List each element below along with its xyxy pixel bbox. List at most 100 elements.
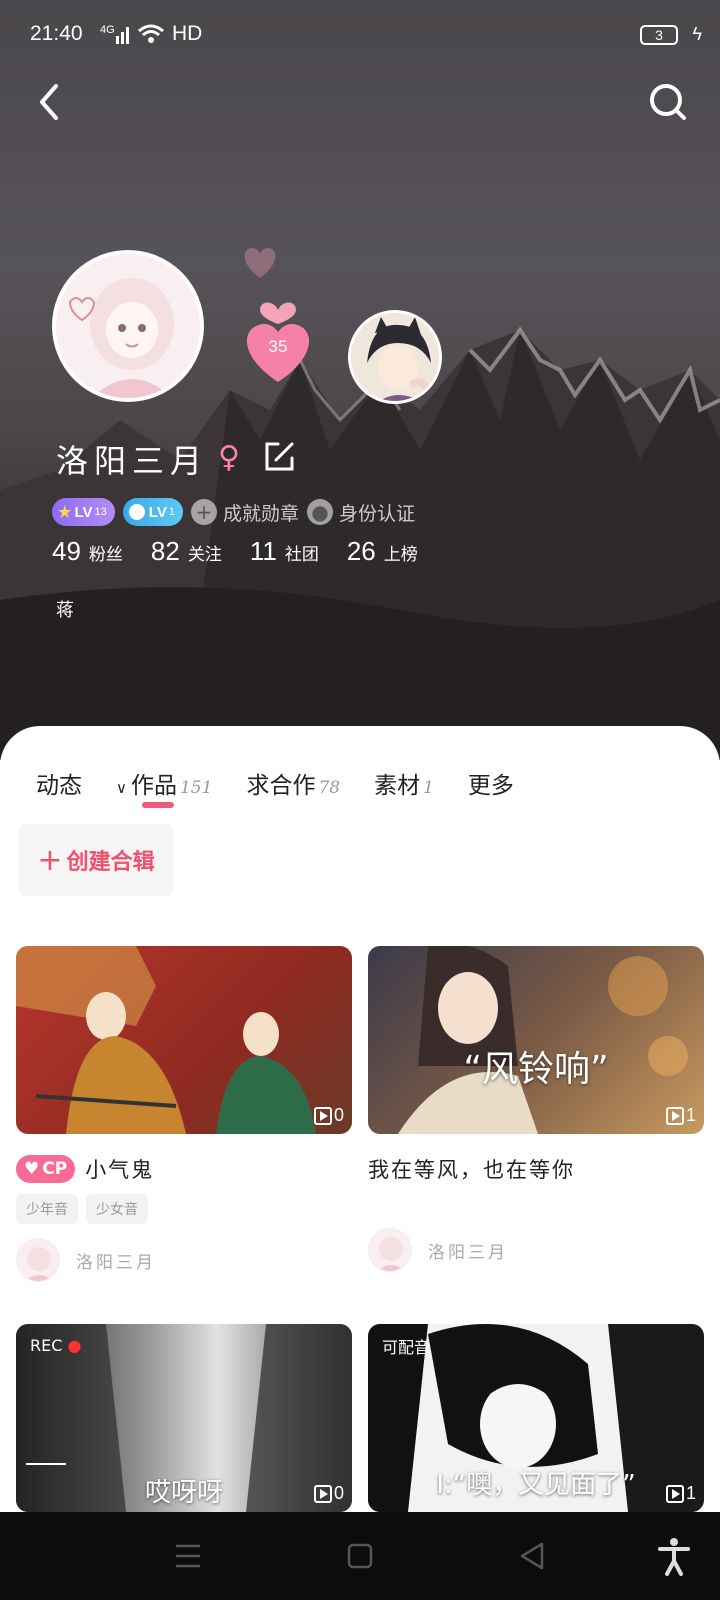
star-icon: ★ [58, 504, 72, 521]
chevron-down-icon: ∨ [116, 779, 127, 797]
search-button[interactable] [640, 74, 696, 130]
tab-count: 1 [423, 778, 434, 798]
tab-collaboration[interactable]: 求合作 78 [246, 766, 340, 800]
profile-stats: 49 粉丝 82 关注 11 社团 26 上榜 [52, 536, 418, 567]
level-badge-primary[interactable]: ★ LV 13 [52, 498, 115, 526]
play-count: 1 [665, 1105, 696, 1126]
back-nav-button[interactable] [512, 1536, 552, 1576]
author-avatar [368, 1228, 412, 1272]
home-button[interactable] [340, 1536, 380, 1576]
tab-activity[interactable]: 动态 [36, 766, 82, 800]
tab-label: 作品 [130, 773, 177, 799]
play-count: 1 [665, 1483, 696, 1504]
work-thumbnail[interactable]: 0 [16, 946, 352, 1134]
status-time: 21:40 [30, 22, 83, 45]
back-button[interactable] [24, 74, 80, 130]
play-count: 0 [313, 1105, 344, 1126]
tab-count: 151 [179, 778, 213, 798]
profile-tabs: 动态 ∨ 作品 151 求合作 78 素材 1 更多 [36, 766, 514, 808]
stat-rankings[interactable]: 26 上榜 [347, 536, 418, 567]
content-sheet: 动态 ∨ 作品 151 求合作 78 素材 1 更多 + 创建合辑 0 ♥ CP… [0, 726, 720, 1526]
edit-profile-button[interactable] [262, 440, 296, 474]
work-tags: 少年音 少女音 [16, 1194, 352, 1224]
profile-bio: 蒋 [56, 600, 74, 621]
tab-label: 动态 [36, 773, 82, 799]
stat-fans[interactable]: 49 粉丝 [52, 536, 123, 567]
achievement-badge[interactable]: + 成就勋章 [190, 499, 299, 526]
back-arrow-icon [40, 84, 58, 120]
work-title: 小气鬼 [85, 1158, 155, 1182]
voice-tag: 少女音 [86, 1194, 148, 1224]
identity-verification[interactable]: ● 身份认证 [306, 499, 415, 526]
stat-label: 粉丝 [88, 545, 123, 565]
work-title: 我在等风，也在等你 [368, 1158, 575, 1182]
work-card[interactable]: “风铃响” 1 我在等风，也在等你 洛阳三月 [368, 946, 704, 1272]
work-title-row: 我在等风，也在等你 [368, 1154, 704, 1184]
work-thumbnail[interactable]: “风铃响” 1 [368, 946, 704, 1134]
tab-materials[interactable]: 素材 1 [374, 766, 434, 800]
badge-row: ★ LV 13 LV 1 + 成就勋章 ● 身份认证 [52, 496, 415, 528]
username: 洛阳三月 [56, 442, 209, 480]
partner-avatar[interactable] [348, 310, 442, 404]
stat-label: 社团 [284, 545, 319, 565]
create-album-button[interactable]: + 创建合辑 [18, 824, 174, 896]
work-thumbnail[interactable]: 可配音 I:“噢，又见面了” 1 [368, 1324, 704, 1512]
plus-icon: + [37, 842, 63, 878]
author-avatar-illustration [25, 1247, 53, 1281]
tab-count: 78 [318, 778, 341, 798]
triangle-back-icon [520, 1542, 544, 1570]
wing-icon [128, 504, 145, 520]
work-card[interactable]: 可配音 I:“噢，又见面了” 1 [368, 1324, 704, 1512]
stat-label: 关注 [187, 545, 222, 565]
square-icon [347, 1543, 373, 1569]
level-number: 1 [168, 506, 175, 518]
accessibility-icon [658, 1538, 690, 1576]
work-card[interactable]: REC ● 哎呀呀 0 [16, 1324, 352, 1512]
user-avatar[interactable] [52, 250, 204, 402]
play-icon [313, 1484, 332, 1503]
thumbnail-caption: 哎呀呀 [144, 1478, 223, 1508]
stat-number: 11 [249, 536, 277, 566]
work-title-row: ♥ CP 小气鬼 [16, 1154, 352, 1184]
thumbnail-caption: “风铃响” [463, 1049, 609, 1090]
identity-label: 身份认证 [338, 502, 415, 525]
heart-count: 35 [268, 337, 288, 356]
level-number: 13 [94, 506, 107, 518]
level-badge-secondary[interactable]: LV 1 [122, 498, 183, 526]
work-thumbnail[interactable]: REC ● 哎呀呀 0 [16, 1324, 352, 1512]
author-avatar [16, 1238, 60, 1282]
play-count-value: 0 [333, 1483, 344, 1503]
work-card[interactable]: 0 ♥ CP 小气鬼 少年音 少女音 洛阳三月 [16, 946, 352, 1282]
author-avatar-illustration [377, 1237, 405, 1271]
play-count-value: 0 [333, 1105, 344, 1125]
tab-works[interactable]: ∨ 作品 151 [116, 766, 213, 808]
stat-clubs[interactable]: 11 社团 [250, 536, 319, 567]
author-name: 洛阳三月 [76, 1252, 156, 1273]
tab-more[interactable]: 更多 [468, 766, 514, 800]
network-icon: 4G [100, 24, 115, 36]
author-name: 洛阳三月 [428, 1242, 508, 1263]
tab-label: 更多 [467, 773, 514, 799]
stat-label: 上榜 [383, 545, 418, 565]
cp-badge: ♥ CP [16, 1155, 76, 1183]
record-dot-icon: ● [67, 1336, 82, 1355]
stat-following[interactable]: 82 关注 [151, 536, 222, 567]
heart-icon: ♥ [24, 1159, 40, 1179]
plus-icon: + [190, 499, 217, 525]
battery-icon: 3 [640, 25, 678, 45]
play-count-value: 1 [685, 1105, 696, 1125]
dubbable-tag: 可配音 [382, 1338, 431, 1357]
tab-label: 求合作 [246, 773, 316, 799]
person-icon: ● [306, 499, 333, 525]
achievement-label: 成就勋章 [222, 502, 299, 525]
work-author[interactable]: 洛阳三月 [16, 1238, 352, 1282]
recent-apps-button[interactable] [168, 1536, 208, 1576]
accessibility-button[interactable] [654, 1536, 694, 1576]
play-icon [665, 1106, 684, 1125]
work-author[interactable]: 洛阳三月 [368, 1228, 704, 1272]
active-tab-indicator [142, 802, 174, 808]
play-count: 0 [313, 1483, 344, 1504]
tab-label: 素材 [374, 773, 421, 799]
stat-number: 49 [52, 536, 81, 566]
level-label: LV [74, 503, 93, 521]
